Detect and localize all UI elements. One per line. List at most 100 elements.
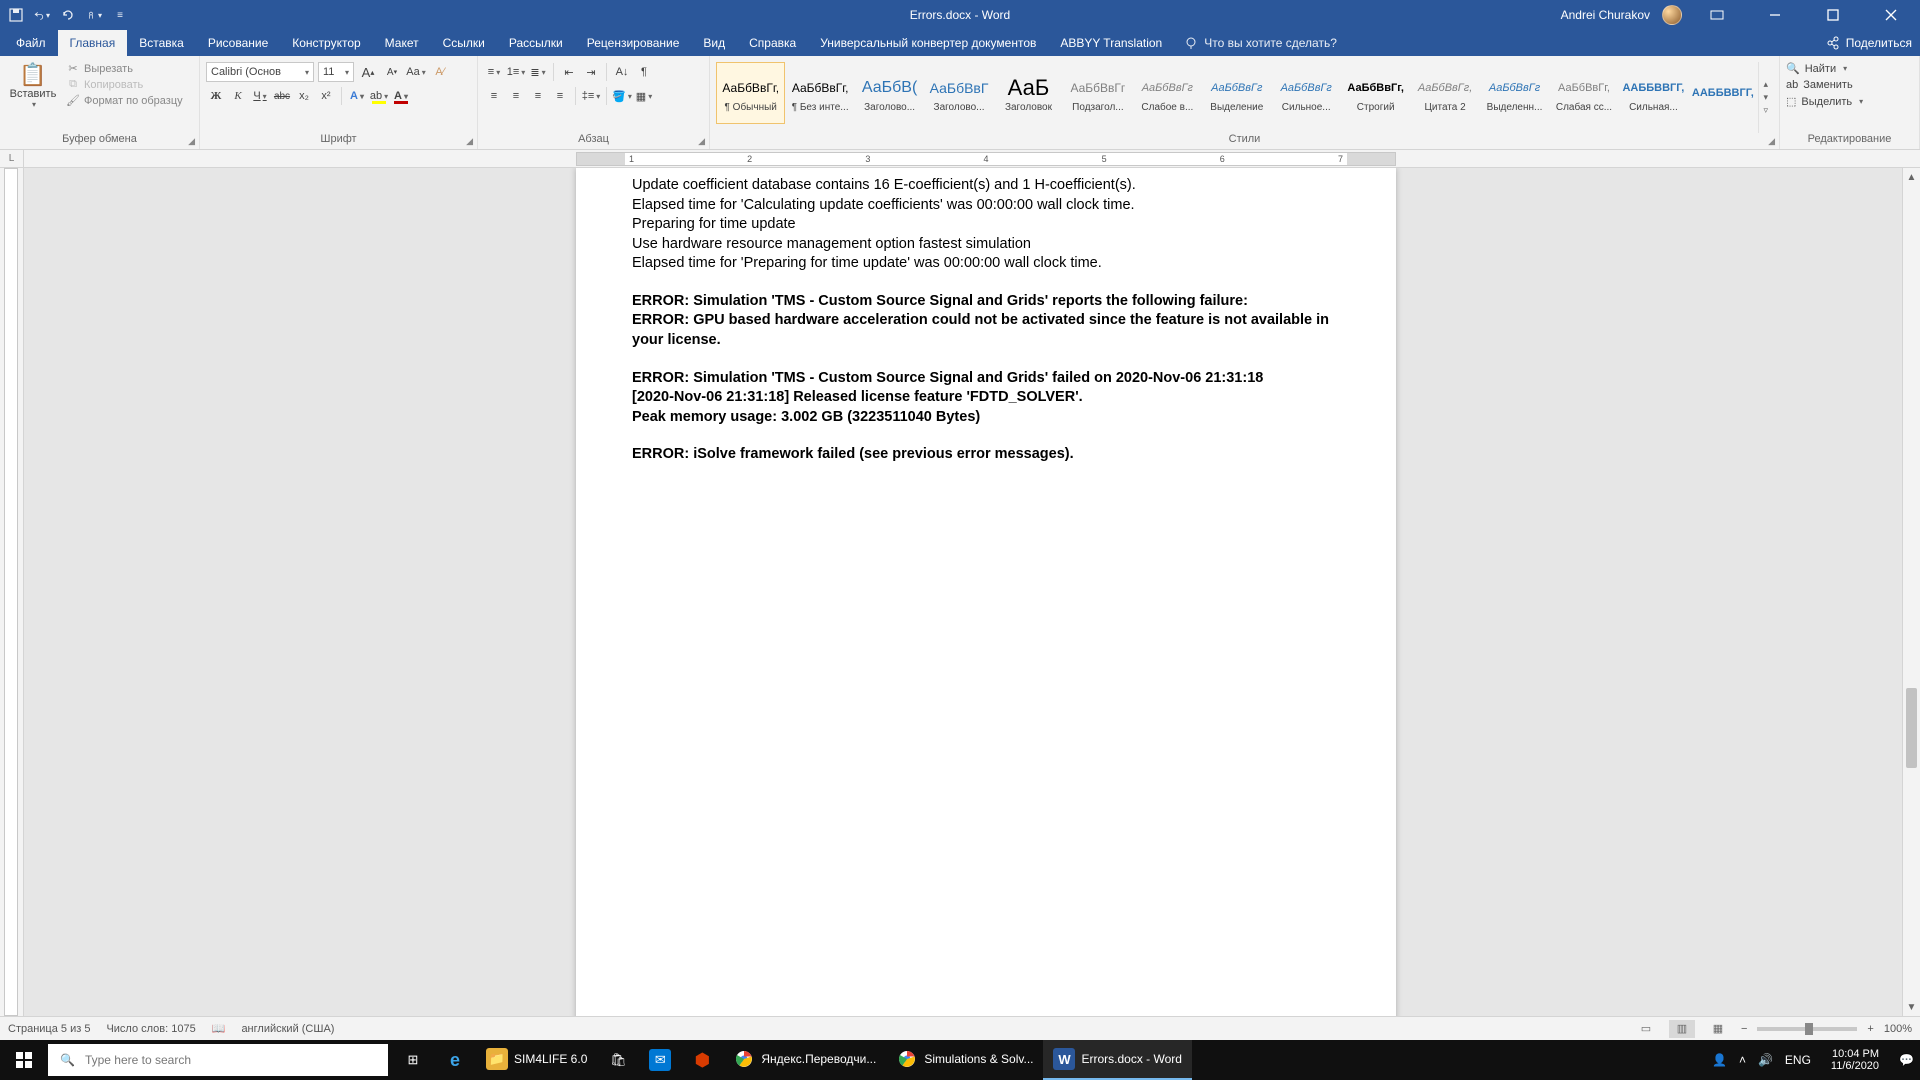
- style-item[interactable]: АаБбВвГг,Слабая сс...: [1549, 62, 1618, 124]
- page[interactable]: Update coefficient database contains 16 …: [576, 168, 1396, 1016]
- tab-insert[interactable]: Вставка: [127, 30, 196, 56]
- tab-layout[interactable]: Макет: [373, 30, 431, 56]
- share-button[interactable]: Поделиться: [1826, 30, 1912, 56]
- zoom-level[interactable]: 100%: [1884, 1023, 1912, 1035]
- zoom-in-icon[interactable]: +: [1867, 1023, 1873, 1035]
- status-words[interactable]: Число слов: 1075: [106, 1023, 195, 1035]
- sort-icon[interactable]: A↓: [612, 62, 632, 82]
- document-line[interactable]: [2020-Nov-06 21:31:18] Released license …: [632, 388, 1340, 408]
- tab-file[interactable]: Файл: [4, 30, 58, 56]
- style-item[interactable]: АаБбВвГгСильное...: [1272, 62, 1341, 124]
- tray-chevron-up-icon[interactable]: ˄: [1739, 1053, 1746, 1067]
- document-line[interactable]: Update coefficient database contains 16 …: [632, 176, 1340, 196]
- align-left-icon[interactable]: ≡: [484, 86, 504, 106]
- taskbar-chrome-sim[interactable]: Simulations & Solv...: [886, 1040, 1043, 1080]
- tab-draw[interactable]: Рисование: [196, 30, 280, 56]
- clear-formatting-icon[interactable]: A⁄: [430, 62, 450, 82]
- style-item[interactable]: ААББВВГГ,Сильная...: [1619, 62, 1688, 124]
- read-mode-icon[interactable]: ▭: [1633, 1020, 1659, 1038]
- user-avatar-icon[interactable]: [1662, 5, 1682, 25]
- style-item[interactable]: ААББВВГГ,: [1688, 62, 1757, 124]
- format-painter-button[interactable]: 🖌Формат по образцу: [66, 94, 183, 107]
- style-item[interactable]: АаБбВ(Заголово...: [855, 62, 924, 124]
- superscript-button[interactable]: x²: [316, 86, 336, 106]
- task-view-icon[interactable]: ⊞: [392, 1040, 434, 1080]
- web-layout-icon[interactable]: ▦: [1705, 1020, 1731, 1038]
- print-layout-icon[interactable]: ▥: [1669, 1020, 1695, 1038]
- document-line[interactable]: [632, 274, 1340, 292]
- align-center-icon[interactable]: ≡: [506, 86, 526, 106]
- document-line[interactable]: Peak memory usage: 3.002 GB (3223511040 …: [632, 408, 1340, 428]
- text-effects-icon[interactable]: A▾: [347, 86, 367, 106]
- line-spacing-icon[interactable]: ‡≡▾: [581, 86, 601, 106]
- bullets-icon[interactable]: ≡▾: [484, 62, 504, 82]
- style-item[interactable]: АаБбВвГгПодзагол...: [1063, 62, 1132, 124]
- shrink-font-icon[interactable]: A▾: [382, 62, 402, 82]
- style-item[interactable]: АаБбВвГгСлабое в...: [1133, 62, 1202, 124]
- style-item[interactable]: АаБбВвГЗаголово...: [924, 62, 993, 124]
- horizontal-ruler[interactable]: 1234567: [24, 150, 1920, 167]
- zoom-slider[interactable]: [1757, 1027, 1857, 1031]
- document-line[interactable]: Elapsed time for 'Preparing for time upd…: [632, 254, 1340, 274]
- tab-review[interactable]: Рецензирование: [575, 30, 692, 56]
- ruler-corner-icon[interactable]: L: [0, 150, 24, 167]
- document-line[interactable]: ERROR: Simulation 'TMS - Custom Source S…: [632, 292, 1340, 312]
- spellcheck-icon[interactable]: 📖: [212, 1022, 226, 1035]
- tray-clock[interactable]: 10:04 PM 11/6/2020: [1823, 1048, 1887, 1072]
- justify-icon[interactable]: ≡: [550, 86, 570, 106]
- styles-expand-icon[interactable]: ▴▾▿: [1758, 62, 1773, 133]
- font-name-combo[interactable]: Calibri (Основ▾: [206, 62, 314, 82]
- taskbar-store[interactable]: 🛍: [597, 1040, 639, 1080]
- underline-button[interactable]: Ч▾: [250, 86, 270, 106]
- strikethrough-button[interactable]: abc: [272, 86, 292, 106]
- paste-button[interactable]: 📋 Вставить ▾: [6, 62, 60, 109]
- highlight-color-icon[interactable]: ab▾: [369, 86, 389, 106]
- style-item[interactable]: АаБбВвГг,Цитата 2: [1410, 62, 1479, 124]
- taskbar-search[interactable]: 🔍 Type here to search: [48, 1044, 388, 1076]
- multilevel-list-icon[interactable]: ≣▾: [528, 62, 548, 82]
- font-dialog-launcher-icon[interactable]: ◢: [466, 136, 473, 147]
- document-line[interactable]: Use hardware resource management option …: [632, 235, 1340, 255]
- show-marks-icon[interactable]: ¶: [634, 62, 654, 82]
- align-right-icon[interactable]: ≡: [528, 86, 548, 106]
- scroll-thumb[interactable]: [1906, 688, 1917, 768]
- redo-icon[interactable]: [60, 7, 76, 23]
- decrease-indent-icon[interactable]: ⇤: [559, 62, 579, 82]
- tab-view[interactable]: Вид: [691, 30, 737, 56]
- styles-gallery[interactable]: АаБбВвГг,¶ ОбычныйАаБбВвГг,¶ Без инте...…: [716, 62, 1758, 124]
- font-color-icon[interactable]: A▾: [391, 86, 411, 106]
- replace-button[interactable]: abЗаменить: [1786, 79, 1863, 91]
- cut-button[interactable]: ✂Вырезать: [66, 62, 183, 75]
- taskbar-edge[interactable]: e: [434, 1040, 476, 1080]
- start-button[interactable]: [0, 1040, 48, 1080]
- style-item[interactable]: АаБбВвГгВыделенн...: [1480, 62, 1549, 124]
- style-item[interactable]: АаБбВвГг,¶ Без инте...: [785, 62, 854, 124]
- find-button[interactable]: 🔍Найти▾: [1786, 62, 1863, 75]
- document-line[interactable]: Elapsed time for 'Calculating update coe…: [632, 196, 1340, 216]
- document-line[interactable]: ERROR: Simulation 'TMS - Custom Source S…: [632, 369, 1340, 389]
- grow-font-icon[interactable]: A▴: [358, 62, 378, 82]
- clipboard-dialog-launcher-icon[interactable]: ◢: [188, 136, 195, 147]
- tray-volume-icon[interactable]: 🔊: [1758, 1053, 1773, 1067]
- style-item[interactable]: АаБбВвГг,¶ Обычный: [716, 62, 785, 124]
- document-line[interactable]: [632, 427, 1340, 445]
- scroll-up-icon[interactable]: ▲: [1903, 168, 1920, 186]
- change-case-icon[interactable]: Aa▾: [406, 62, 426, 82]
- bold-button[interactable]: Ж: [206, 86, 226, 106]
- ribbon-display-icon[interactable]: [1694, 0, 1740, 30]
- tell-me-search[interactable]: Что вы хотите сделать?: [1174, 30, 1347, 56]
- style-item[interactable]: АаБбВвГгВыделение: [1202, 62, 1271, 124]
- touch-mode-icon[interactable]: ▾: [86, 7, 102, 23]
- taskbar-sim4life[interactable]: 📁SIM4LIFE 6.0: [476, 1040, 597, 1080]
- document-area[interactable]: Update coefficient database contains 16 …: [24, 168, 1902, 1016]
- document-line[interactable]: Preparing for time update: [632, 215, 1340, 235]
- style-item[interactable]: АаБбВвГг,Строгий: [1341, 62, 1410, 124]
- qat-customize-icon[interactable]: ≡: [112, 7, 128, 23]
- tab-design[interactable]: Конструктор: [280, 30, 372, 56]
- select-button[interactable]: ⬚Выделить▾: [1786, 95, 1863, 108]
- maximize-icon[interactable]: [1810, 0, 1856, 30]
- zoom-out-icon[interactable]: −: [1741, 1023, 1747, 1035]
- shading-icon[interactable]: 🪣▾: [612, 86, 632, 106]
- close-icon[interactable]: [1868, 0, 1914, 30]
- styles-dialog-launcher-icon[interactable]: ◢: [1768, 136, 1775, 147]
